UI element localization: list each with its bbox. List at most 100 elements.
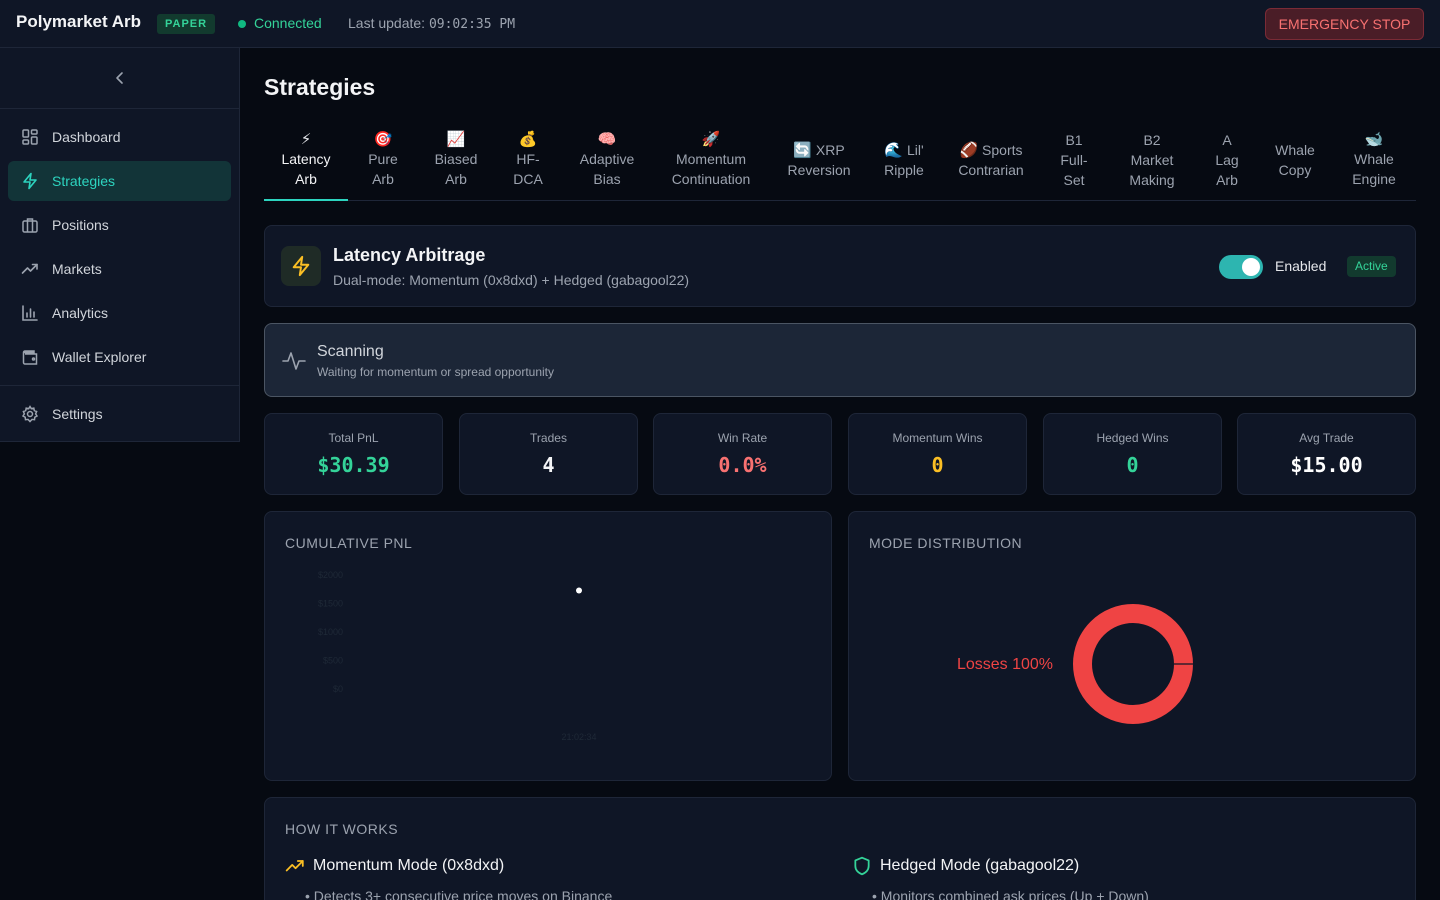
- refresh-icon: 🔄: [793, 142, 812, 159]
- y-tick-label: $2000: [318, 570, 343, 580]
- page-title: Strategies: [264, 74, 376, 100]
- tab-label: Whale Engine: [1352, 151, 1396, 187]
- sidebar-item-analytics[interactable]: Analytics: [8, 293, 231, 333]
- y-tick-label: $1000: [318, 627, 343, 637]
- tab-label: Whale Copy: [1275, 142, 1315, 178]
- sidebar-divider: [0, 385, 240, 386]
- football-icon: 🏈: [959, 142, 979, 159]
- stat-total-pnl: Total PnL $30.39: [264, 413, 443, 495]
- tab-momentum-continuation[interactable]: 🚀 Momentum Continuation: [662, 120, 760, 200]
- tab-label: B2 Market Making: [1129, 132, 1175, 188]
- stat-label: Trades: [530, 431, 567, 445]
- stat-avg-trade: Avg Trade $15.00: [1237, 413, 1416, 495]
- cumulative-pnl-chart: $2000 $1500 $1000 $500 $0 21:02:34: [318, 570, 597, 742]
- stat-label: Avg Trade: [1299, 431, 1354, 445]
- tab-b2-market-making[interactable]: B2 Market Making: [1116, 120, 1188, 200]
- stat-label: Momentum Wins: [892, 431, 983, 445]
- sidebar-item-label: Analytics: [52, 305, 109, 321]
- rocket-icon: 🚀: [701, 131, 721, 148]
- wave-icon: 🌊: [884, 142, 904, 159]
- stat-value: $15.00: [1290, 453, 1363, 477]
- hedged-mode-heading: Hedged Mode (gabagool22): [852, 856, 1079, 876]
- briefcase-icon: [20, 215, 40, 235]
- tab-label: Pure Arb: [368, 151, 398, 187]
- donut-slice-label: Losses 100%: [957, 656, 1053, 673]
- momentum-mode-title: Momentum Mode (0x8dxd): [313, 857, 505, 874]
- tab-label: Momentum Continuation: [671, 151, 751, 187]
- how-it-works-card: HOW IT WORKS Momentum Mode (0x8dxd) • De…: [264, 797, 1416, 900]
- strategy-enabled-toggle[interactable]: [1219, 255, 1263, 279]
- trending-up-icon: [285, 856, 305, 876]
- tab-adaptive-bias[interactable]: 🧠 Adaptive Bias: [570, 120, 644, 200]
- activity-icon: [281, 348, 307, 374]
- chart-up-icon: 📈: [446, 131, 466, 148]
- momentum-mode-heading: Momentum Mode (0x8dxd): [285, 856, 504, 876]
- stat-value: $30.39: [317, 453, 390, 477]
- hedged-mode-title: Hedged Mode (gabagool22): [880, 857, 1080, 874]
- tab-hf-dca[interactable]: 💰 HF-DCA: [502, 120, 554, 200]
- app-title: Polymarket Arb: [16, 12, 142, 31]
- stat-value: 0: [1126, 453, 1139, 477]
- stat-value: 0: [931, 453, 944, 477]
- tab-latency-arb[interactable]: ⚡ Latency Arb: [264, 120, 348, 201]
- strategy-tabs: ⚡ Latency Arb 🎯 Pure Arb 📈 Biased Arb 💰 …: [264, 120, 1416, 201]
- stat-label: Win Rate: [717, 431, 768, 445]
- sidebar-item-label: Wallet Explorer: [52, 349, 147, 365]
- stat-label: Hedged Wins: [1096, 431, 1169, 445]
- scanning-title: Scanning: [317, 343, 384, 360]
- emergency-stop-button[interactable]: EMERGENCY STOP: [1265, 8, 1424, 40]
- scanning-card: Scanning Waiting for momentum or spread …: [264, 323, 1416, 397]
- tab-whale-engine[interactable]: 🐋 Whale Engine: [1340, 120, 1408, 200]
- sidebar-item-label: Markets: [52, 261, 102, 277]
- stat-hedged-wins: Hedged Wins 0: [1043, 413, 1222, 495]
- cumulative-pnl-card: CUMULATIVE PNL $2000 $1500 $1000 $500 $0 21:0…: [264, 511, 832, 781]
- section-title: HOW IT WORKS: [285, 821, 399, 837]
- tab-label: B1 Full-Set: [1060, 132, 1088, 188]
- tab-label: Biased Arb: [434, 151, 478, 187]
- sidebar-item-wallet-explorer[interactable]: Wallet Explorer: [8, 337, 231, 377]
- trending-up-icon: [20, 259, 40, 279]
- sidebar-item-label: Positions: [52, 217, 109, 233]
- tab-whale-copy[interactable]: Whale Copy: [1266, 120, 1324, 200]
- stat-value: 0.0%: [718, 453, 767, 477]
- sidebar: Dashboard Strategies Positions Markets A…: [0, 48, 240, 442]
- tab-xrp-reversion[interactable]: 🔄 XRP Reversion: [780, 120, 858, 200]
- sidebar-item-label: Strategies: [52, 173, 116, 189]
- tab-sports-contrarian[interactable]: 🏈 Sports Contrarian: [952, 120, 1030, 200]
- shield-icon: [852, 856, 872, 876]
- bar-chart-icon: [20, 303, 40, 323]
- tab-lil-ripple[interactable]: 🌊 Lil' Ripple: [876, 120, 932, 200]
- sidebar-item-dashboard[interactable]: Dashboard: [8, 117, 231, 157]
- chart-title: CUMULATIVE PNL: [285, 535, 413, 551]
- mode-distribution-card: MODE DISTRIBUTION Losses 100%: [848, 511, 1416, 781]
- tab-b1-full-set[interactable]: B1 Full-Set: [1050, 120, 1098, 200]
- tab-label: A Lag Arb: [1215, 132, 1239, 188]
- strategy-description: Dual-mode: Momentum (0x8dxd) + Hedged (g…: [333, 272, 690, 288]
- sidebar-item-positions[interactable]: Positions: [8, 205, 231, 245]
- lightning-icon: [281, 246, 321, 286]
- collapse-sidebar-button[interactable]: [108, 66, 132, 90]
- pnl-data-point[interactable]: [576, 587, 582, 594]
- donut-slice-losses[interactable]: [1073, 604, 1193, 724]
- money-bag-icon: 💰: [518, 131, 538, 148]
- tab-pure-arb[interactable]: 🎯 Pure Arb: [356, 120, 410, 200]
- strategy-name: Latency Arbitrage: [333, 245, 486, 265]
- paper-mode-badge: PAPER: [157, 14, 216, 34]
- wallet-icon: [20, 347, 40, 367]
- last-update-time: 09:02:35 PM: [428, 17, 516, 32]
- tab-a-lag-arb[interactable]: A Lag Arb: [1204, 120, 1250, 200]
- sidebar-item-settings[interactable]: Settings: [8, 394, 231, 434]
- tab-biased-arb[interactable]: 📈 Biased Arb: [424, 120, 488, 200]
- dashboard-icon: [20, 127, 40, 147]
- sidebar-item-strategies[interactable]: Strategies: [8, 161, 231, 201]
- status-badge: Active: [1347, 256, 1396, 277]
- tab-label: Latency Arb: [281, 151, 331, 187]
- sidebar-item-label: Settings: [52, 406, 103, 422]
- stat-trades: Trades 4: [459, 413, 638, 495]
- sidebar-item-markets[interactable]: Markets: [8, 249, 231, 289]
- target-icon: 🎯: [373, 131, 393, 148]
- mode-distribution-chart: Losses 100%: [957, 604, 1193, 724]
- y-tick-label: $500: [323, 656, 343, 666]
- last-update: Last update: 09:02:35 PM: [348, 15, 515, 32]
- y-tick-label: $0: [333, 684, 343, 694]
